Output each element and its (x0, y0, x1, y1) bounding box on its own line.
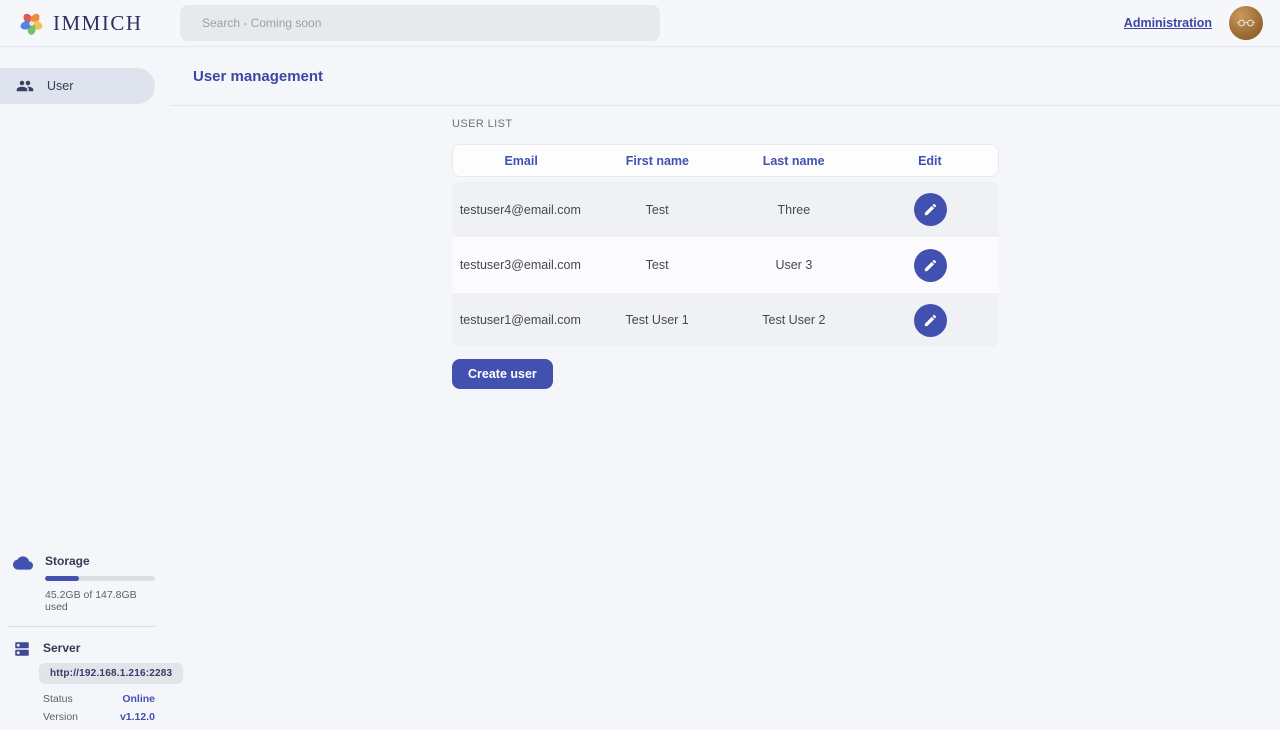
cell-last-name: Test User 2 (726, 313, 863, 327)
search-bar (180, 5, 660, 41)
brand[interactable]: IMMICH (18, 10, 143, 37)
server-content: Server http://192.168.1.216:2283 Status … (43, 639, 155, 723)
cell-last-name: Three (726, 203, 863, 217)
server-status-label: Status (43, 693, 73, 705)
user-avatar[interactable] (1229, 6, 1263, 40)
column-header-last-name: Last name (726, 154, 862, 168)
cell-last-name: User 3 (726, 258, 863, 272)
brand-name: IMMICH (53, 11, 143, 36)
page-header: User management (170, 47, 1280, 106)
cell-email: testuser4@email.com (452, 203, 589, 217)
table-row: testuser4@email.com Test Three (452, 182, 999, 237)
administration-link[interactable]: Administration (1124, 16, 1212, 30)
storage-section: Storage 45.2GB of 147.8GB used (0, 552, 170, 613)
page-title: User management (193, 68, 323, 85)
storage-progress-fill (45, 576, 79, 581)
server-status-row: Status Online (43, 693, 155, 705)
cell-edit (862, 193, 999, 226)
pencil-icon (923, 258, 938, 273)
server-version-row: Version v1.12.0 (43, 711, 155, 723)
search-input[interactable] (180, 5, 660, 41)
cell-email: testuser1@email.com (452, 313, 589, 327)
dns-server-icon (13, 640, 31, 658)
table-row: testuser3@email.com Test User 3 (452, 237, 999, 292)
section-title: USER LIST (452, 118, 1280, 131)
pencil-icon (923, 202, 938, 217)
cloud-icon (13, 553, 33, 573)
column-header-email: Email (453, 154, 589, 168)
user-table-body: testuser4@email.com Test Three testuser3… (452, 182, 999, 347)
users-icon (16, 77, 34, 95)
server-version-label: Version (43, 711, 78, 723)
app-body: User Storage 45.2GB of 147.8GB used (0, 47, 1280, 730)
edit-user-button[interactable] (914, 193, 947, 226)
glasses-graphic (1235, 12, 1257, 34)
server-version-value: v1.12.0 (120, 711, 155, 723)
column-header-first-name: First name (589, 154, 725, 168)
storage-progress-bar (45, 576, 155, 581)
app-header: IMMICH Administration (0, 0, 1280, 47)
cell-edit (862, 304, 999, 337)
main-content: User management USER LIST Email First na… (170, 47, 1280, 730)
server-section: Server http://192.168.1.216:2283 Status … (0, 639, 170, 723)
storage-title: Storage (45, 554, 155, 568)
sidebar-footer: Storage 45.2GB of 147.8GB used Server ht… (0, 552, 170, 723)
server-url-badge: http://192.168.1.216:2283 (39, 663, 183, 684)
sidebar-item-user-label: User (47, 79, 73, 93)
server-status-value: Online (122, 693, 155, 705)
cell-edit (862, 249, 999, 282)
user-table-header: Email First name Last name Edit (452, 144, 999, 177)
sidebar-item-user[interactable]: User (0, 68, 155, 104)
cell-first-name: Test (589, 203, 726, 217)
immich-flower-logo-icon (18, 10, 45, 37)
edit-user-button[interactable] (914, 249, 947, 282)
sidebar-divider (8, 626, 155, 627)
pencil-icon (923, 313, 938, 328)
server-title: Server (43, 641, 155, 655)
cell-email: testuser3@email.com (452, 258, 589, 272)
storage-content: Storage 45.2GB of 147.8GB used (45, 552, 155, 613)
column-header-edit: Edit (862, 154, 998, 168)
sidebar: User Storage 45.2GB of 147.8GB used (0, 47, 170, 730)
user-list-panel: USER LIST Email First name Last name Edi… (170, 118, 1280, 389)
cell-first-name: Test (589, 258, 726, 272)
edit-user-button[interactable] (914, 304, 947, 337)
table-row: testuser1@email.com Test User 1 Test Use… (452, 292, 999, 347)
cell-first-name: Test User 1 (589, 313, 726, 327)
create-user-button[interactable]: Create user (452, 359, 553, 389)
storage-usage-text: 45.2GB of 147.8GB used (45, 589, 155, 613)
